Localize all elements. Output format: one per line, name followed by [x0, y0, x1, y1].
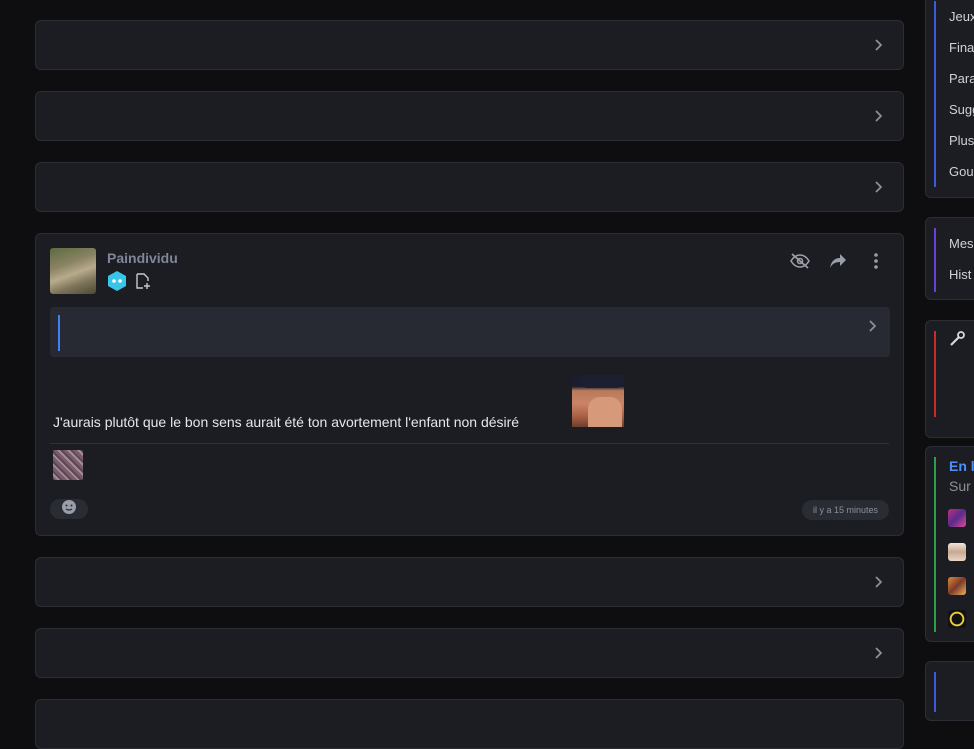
sidebar-item[interactable]: Hist: [949, 267, 971, 282]
avatar[interactable]: [50, 248, 96, 294]
wrench-icon: [948, 330, 966, 353]
sidebar-item[interactable]: Sugg: [949, 102, 974, 117]
sidebar-item[interactable]: Mes: [949, 236, 974, 251]
post-timestamp: il y a 15 minutes: [801, 500, 889, 520]
sticker-image: [572, 375, 624, 427]
chevron-right-icon[interactable]: [873, 646, 883, 660]
sidebar-item[interactable]: Fina: [949, 40, 974, 55]
collapsed-post[interactable]: [35, 557, 904, 607]
sidebar-item[interactable]: Plus: [949, 133, 974, 148]
eye-off-icon[interactable]: [789, 251, 811, 271]
sidebar-item[interactable]: Para: [949, 71, 974, 86]
author-badges: [107, 270, 151, 297]
post-actions: [789, 251, 887, 271]
collapsed-post[interactable]: [35, 699, 904, 749]
hexagon-badge-icon: [107, 270, 127, 297]
chevron-right-icon[interactable]: [873, 180, 883, 194]
post-card: Paindividu J'aurais plutôt que le bon se…: [35, 233, 904, 536]
sidebar-item[interactable]: Jeux: [949, 9, 974, 24]
post-author[interactable]: Paindividu: [107, 250, 178, 266]
sidebar-menu: Jeux Fina Para Sugg Plus Gou: [925, 0, 974, 198]
collapsed-post[interactable]: [35, 628, 904, 678]
chevron-right-icon[interactable]: [873, 38, 883, 52]
avatar[interactable]: [948, 610, 966, 628]
avatar[interactable]: [948, 543, 966, 561]
avatar[interactable]: [948, 509, 966, 527]
online-title[interactable]: En li: [949, 458, 974, 474]
chevron-right-icon[interactable]: [868, 319, 877, 337]
attachment-thumbnail[interactable]: [53, 450, 83, 480]
collapsed-post[interactable]: [35, 91, 904, 141]
avatar[interactable]: [948, 577, 966, 595]
quoted-message[interactable]: [50, 307, 890, 357]
share-icon[interactable]: [827, 251, 849, 271]
sidebar-secondary: Mes Hist: [925, 217, 974, 300]
sidebar-online: En li Sur: [925, 446, 974, 642]
collapsed-post[interactable]: [35, 20, 904, 70]
more-vertical-icon[interactable]: [865, 251, 887, 271]
emoji-icon: [61, 499, 77, 520]
sidebar-tools: [925, 320, 974, 438]
sidebar-card: [925, 661, 974, 721]
collapsed-post[interactable]: [35, 162, 904, 212]
chevron-right-icon[interactable]: [873, 109, 883, 123]
online-subtitle: Sur: [949, 478, 971, 494]
sidebar-item[interactable]: Gou: [949, 164, 974, 179]
divider: [50, 443, 889, 444]
chevron-right-icon[interactable]: [873, 575, 883, 589]
reaction-button[interactable]: [50, 499, 88, 519]
file-plus-icon[interactable]: [135, 272, 151, 295]
post-message: J'aurais plutôt que le bon sens aurait é…: [53, 414, 520, 430]
quote-bar: [58, 315, 60, 351]
